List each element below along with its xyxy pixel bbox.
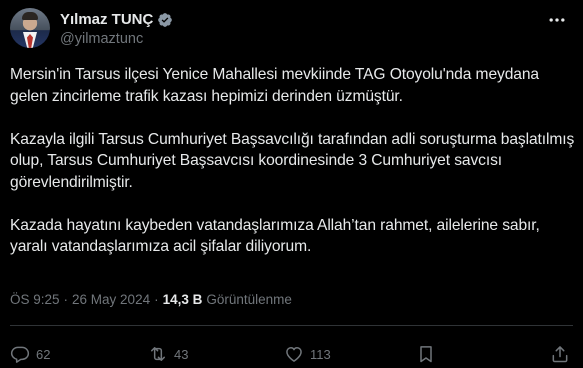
tweet-date[interactable]: 26 May 2024	[72, 292, 150, 307]
bookmark-icon	[420, 346, 432, 363]
repost-icon	[151, 347, 165, 361]
tweet-text: Mersin'in Tarsus ilçesi Yenice Mahallesi…	[10, 64, 575, 279]
tweet-card: Yılmaz TUNÇ @yilmaztunc Mersin'in Tarsus…	[0, 0, 583, 368]
name-row: Yılmaz TUNÇ	[60, 10, 173, 30]
tweet-time[interactable]: ÖS 9:25	[10, 292, 60, 307]
share-button[interactable]	[550, 344, 570, 364]
reply-button[interactable]: 62	[10, 344, 50, 364]
avatar[interactable]	[10, 8, 50, 48]
reply-count: 62	[36, 346, 51, 362]
avatar-hair	[22, 12, 38, 20]
divider	[10, 325, 573, 326]
heart-icon	[286, 347, 302, 362]
meta-separator: ·	[63, 292, 69, 307]
action-bar: 62 43 113	[10, 340, 573, 368]
reply-icon	[10, 346, 30, 363]
tweet-header: Yılmaz TUNÇ @yilmaztunc	[10, 6, 173, 50]
author-names: Yılmaz TUNÇ @yilmaztunc	[60, 10, 173, 47]
tweet-paragraph: Mersin'in Tarsus ilçesi Yenice Mahallesi…	[10, 66, 540, 105]
like-button[interactable]: 113	[284, 344, 331, 364]
author-display-name[interactable]: Yılmaz TUNÇ	[60, 11, 153, 28]
share-icon	[552, 346, 568, 363]
verified-badge-icon	[158, 12, 173, 27]
views-label: Görüntülenme	[206, 292, 292, 307]
more-horizontal-icon	[549, 18, 565, 22]
like-count: 113	[310, 346, 331, 362]
meta-separator: ·	[154, 292, 159, 307]
bookmark-button[interactable]	[416, 344, 436, 364]
tweet-paragraph: Kazada hayatını kaybeden vatandaşlarımız…	[10, 216, 540, 256]
repost-button[interactable]: 43	[148, 344, 188, 364]
views-count[interactable]: 14,3 B	[163, 292, 203, 307]
tweet-paragraph: Kazayla ilgili Tarsus Cumhuriyet Başsavc…	[10, 130, 575, 191]
more-options-button[interactable]	[547, 10, 567, 30]
tweet-meta: ÖS 9:25 · 26 May 2024 · 14,3 B Görüntüle…	[10, 292, 292, 307]
repost-count: 43	[174, 346, 189, 362]
author-handle[interactable]: @yilmaztunc	[60, 31, 173, 47]
